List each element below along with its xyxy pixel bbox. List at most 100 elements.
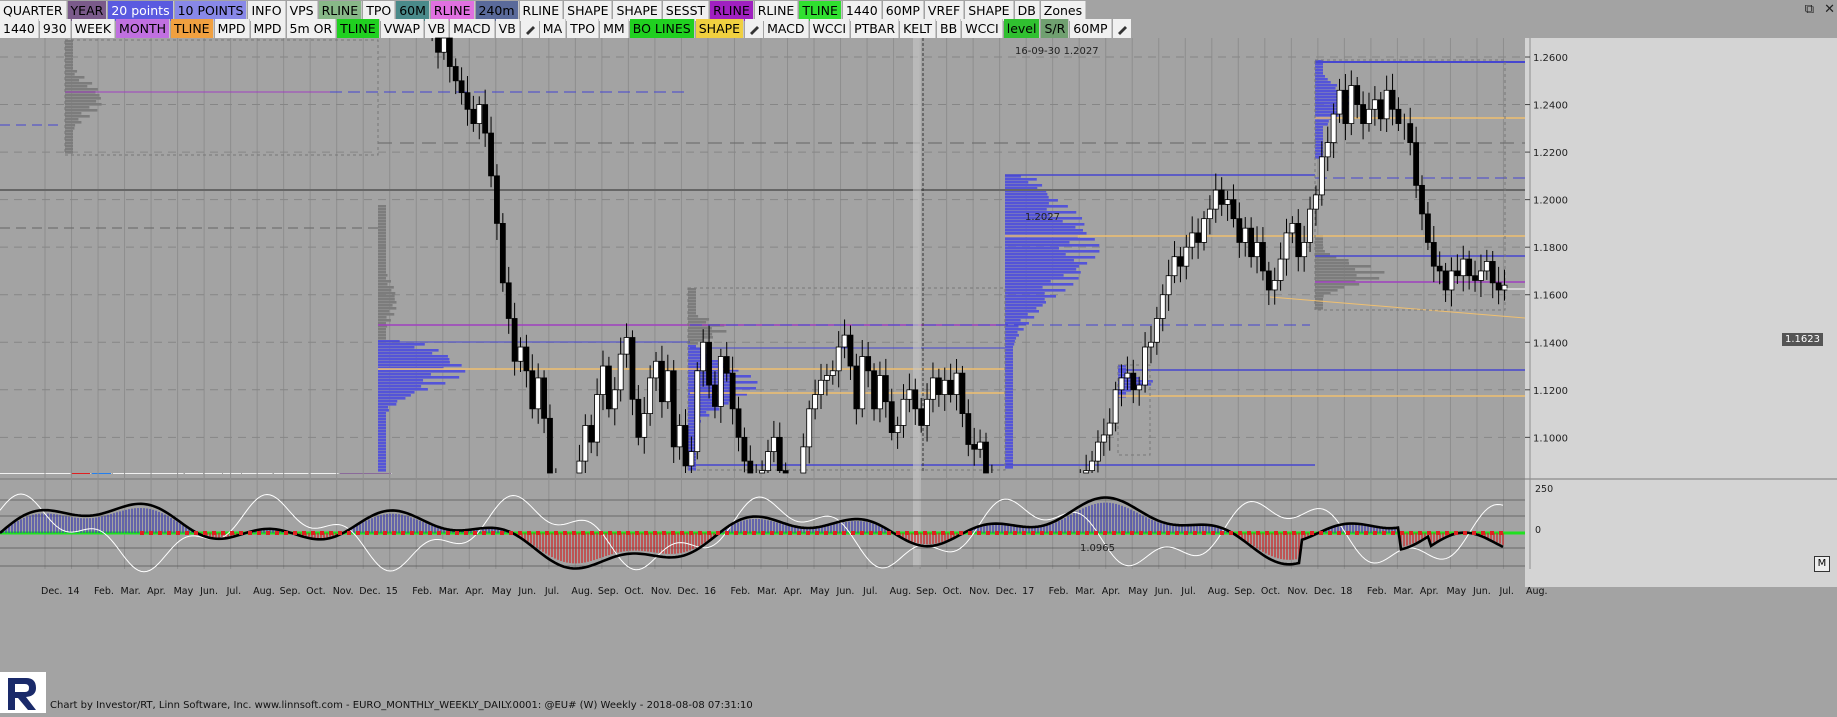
time-tick-label: Mar.: [439, 586, 459, 597]
signal-dot: [1292, 531, 1296, 535]
signal-dot: [554, 531, 558, 535]
candle-body: [1318, 156, 1325, 196]
signal-dot: [1103, 531, 1107, 535]
volume-profile-bar: [1005, 391, 1013, 394]
time-tick-label: May: [810, 586, 830, 597]
volume-profile-bar: [1005, 268, 1077, 271]
candle-body: [1448, 270, 1455, 291]
volume-profile-bar: [1005, 352, 1013, 355]
candle-body: [717, 356, 724, 407]
signal-dot: [473, 531, 477, 535]
volume-profile-bar: [65, 139, 73, 142]
signal-dot: [239, 531, 243, 535]
time-tick-label: Dec.: [677, 586, 698, 597]
volume-profile-bar: [1315, 277, 1380, 280]
volume-profile-bar: [1005, 439, 1013, 442]
time-tick-label: Oct.: [1261, 586, 1280, 597]
signal-dot: [1238, 531, 1242, 535]
volume-profile-bar: [65, 64, 73, 67]
signal-dot: [986, 531, 990, 535]
volume-profile-bar: [1005, 301, 1047, 304]
signal-dot: [860, 531, 864, 535]
candle-body: [824, 375, 830, 381]
candle-body: [588, 425, 595, 443]
signal-dot: [284, 531, 288, 535]
volume-profile-bar: [378, 301, 397, 304]
volume-profile-bar: [65, 142, 73, 145]
signal-dot: [1274, 531, 1278, 535]
volume-profile-bar: [1005, 346, 1013, 349]
candle-body: [1301, 242, 1308, 258]
volume-profile-bar: [1005, 271, 1081, 274]
candle-body: [1242, 227, 1249, 243]
signal-dot: [437, 531, 441, 535]
candle-body: [1224, 199, 1231, 205]
signal-dot: [203, 531, 207, 535]
time-tick-label: Jul.: [544, 586, 559, 597]
candle-body: [1354, 85, 1361, 105]
signal-dot: [734, 531, 738, 535]
signal-dot: [275, 531, 279, 535]
time-tick-label: Apr.: [1102, 586, 1121, 597]
candle-body: [659, 360, 665, 403]
volume-profile-bar: [65, 118, 79, 121]
volume-profile-bar: [688, 303, 696, 306]
volume-profile-bar: [1315, 241, 1323, 244]
candle-body: [765, 451, 771, 472]
volume-profile-bar: [1005, 280, 1051, 283]
candle-body: [882, 375, 889, 403]
volume-profile-bar: [1315, 75, 1325, 78]
volume-profile-bar: [378, 394, 411, 397]
volume-profile-bar: [378, 235, 386, 238]
volume-profile-bar: [1315, 304, 1323, 307]
volume-profile-bar: [1005, 460, 1013, 463]
volume-profile-bar: [1005, 412, 1013, 415]
volume-profile-bar: [378, 358, 450, 361]
time-tick-label: Sep.: [598, 586, 619, 597]
signal-dot: [302, 531, 306, 535]
volume-profile-bar: [688, 306, 696, 309]
volume-profile-bar: [65, 88, 98, 91]
candle-body: [782, 470, 789, 474]
volume-profile-bar: [1315, 292, 1331, 295]
candle-body: [476, 104, 483, 124]
signal-dot: [1004, 531, 1008, 535]
price-tick-label: 1.1400: [1533, 338, 1568, 349]
candle-body: [894, 425, 901, 433]
volume-profile-bar: [1315, 298, 1323, 301]
volume-profile-bar: [65, 94, 100, 97]
candle-body: [924, 398, 930, 426]
volume-profile-bar: [688, 294, 696, 297]
signal-dot: [635, 531, 639, 535]
signal-dot: [356, 531, 360, 535]
time-tick-label: Mar.: [121, 586, 141, 597]
volume-profile-bar: [378, 328, 386, 331]
volume-profile-bar: [1315, 81, 1331, 84]
volume-profile-bar: [65, 121, 82, 124]
candle-body: [1283, 232, 1290, 260]
volume-profile-bar: [378, 412, 386, 415]
volume-profile-bar: [378, 226, 386, 229]
chart-canvas[interactable]: Dec. 14 Feb. Mar. Apr. May Jun. Jul. Aug. Sep. Oct…: [0, 0, 1837, 713]
signal-dot: [653, 531, 657, 535]
volume-profile-bar: [1005, 349, 1013, 352]
candle-body: [1177, 256, 1184, 267]
volume-profile-bar: [1005, 193, 1048, 196]
chart-footer: Chart by Investor/RT, Linn Software, Inc…: [50, 700, 753, 711]
volume-profile-bar: [1005, 373, 1013, 376]
oscillator-badge[interactable]: M: [1814, 556, 1830, 572]
signal-dot: [1256, 531, 1260, 535]
volume-profile-bar: [65, 55, 73, 58]
signal-dot: [212, 531, 216, 535]
volume-profile-bar: [65, 106, 90, 109]
candle-body: [1371, 99, 1378, 110]
volume-profile-bar: [1315, 244, 1323, 247]
volume-profile-bar: [1005, 358, 1013, 361]
volume-profile-bar: [378, 289, 392, 292]
candle-body: [1336, 89, 1343, 115]
volume-profile-bar: [378, 454, 386, 457]
time-tick-label: May: [492, 586, 512, 597]
signal-dot: [509, 531, 513, 535]
volume-profile-bar: [378, 385, 422, 388]
candle-body: [1100, 434, 1107, 443]
